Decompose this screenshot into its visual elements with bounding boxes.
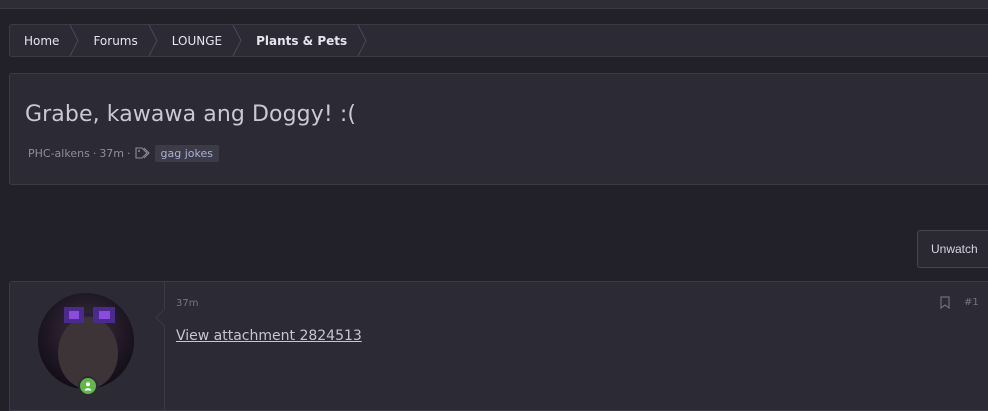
post-number-link[interactable]: #1 [964,297,979,308]
chevron-separator-icon [148,25,158,56]
post-user-cell [10,282,174,410]
top-navigation-strip [0,0,988,9]
online-status-icon [78,376,98,396]
chevron-separator-icon [232,25,242,56]
avatar[interactable] [38,293,134,389]
breadcrumb: Home Forums LOUNGE Plants & Pets [9,24,988,57]
thread-time-link[interactable]: 37m [99,147,124,160]
post-pointer-arrow [155,308,174,327]
meta-separator: · [127,146,131,160]
thread-meta: PHC-alkens · 37m · gag jokes [28,143,219,163]
unwatch-button[interactable]: Unwatch [917,230,988,268]
attachment-link[interactable]: View attachment 2824513 [176,328,362,344]
breadcrumb-lounge[interactable]: LOUNGE [158,25,242,56]
thread-title: Grabe, kawawa ang Doggy! :( [25,102,357,127]
breadcrumb-plants-pets[interactable]: Plants & Pets [242,25,367,56]
breadcrumb-plants-pets-label: Plants & Pets [256,33,348,48]
meta-separator: · [92,146,97,160]
post: 37m #1 View attachment 2824513 [9,281,988,411]
thread-author-link[interactable]: PHC-alkens [28,147,90,160]
breadcrumb-lounge-label: LOUNGE [171,33,223,48]
post-actions: #1 [940,296,979,309]
breadcrumb-home-label: Home [24,33,60,48]
chevron-separator-icon [69,25,79,56]
thread-header: Grabe, kawawa ang Doggy! :( PHC-alkens ·… [9,73,988,185]
breadcrumb-forums[interactable]: Forums [79,25,158,56]
bookmark-icon[interactable] [940,296,950,309]
tag-gag-jokes[interactable]: gag jokes [154,144,219,162]
breadcrumb-home[interactable]: Home [10,25,79,56]
tag-icon [134,147,150,159]
post-time-link[interactable]: 37m [176,298,198,309]
breadcrumb-forums-label: Forums [93,33,138,48]
chevron-separator-icon [357,25,367,56]
